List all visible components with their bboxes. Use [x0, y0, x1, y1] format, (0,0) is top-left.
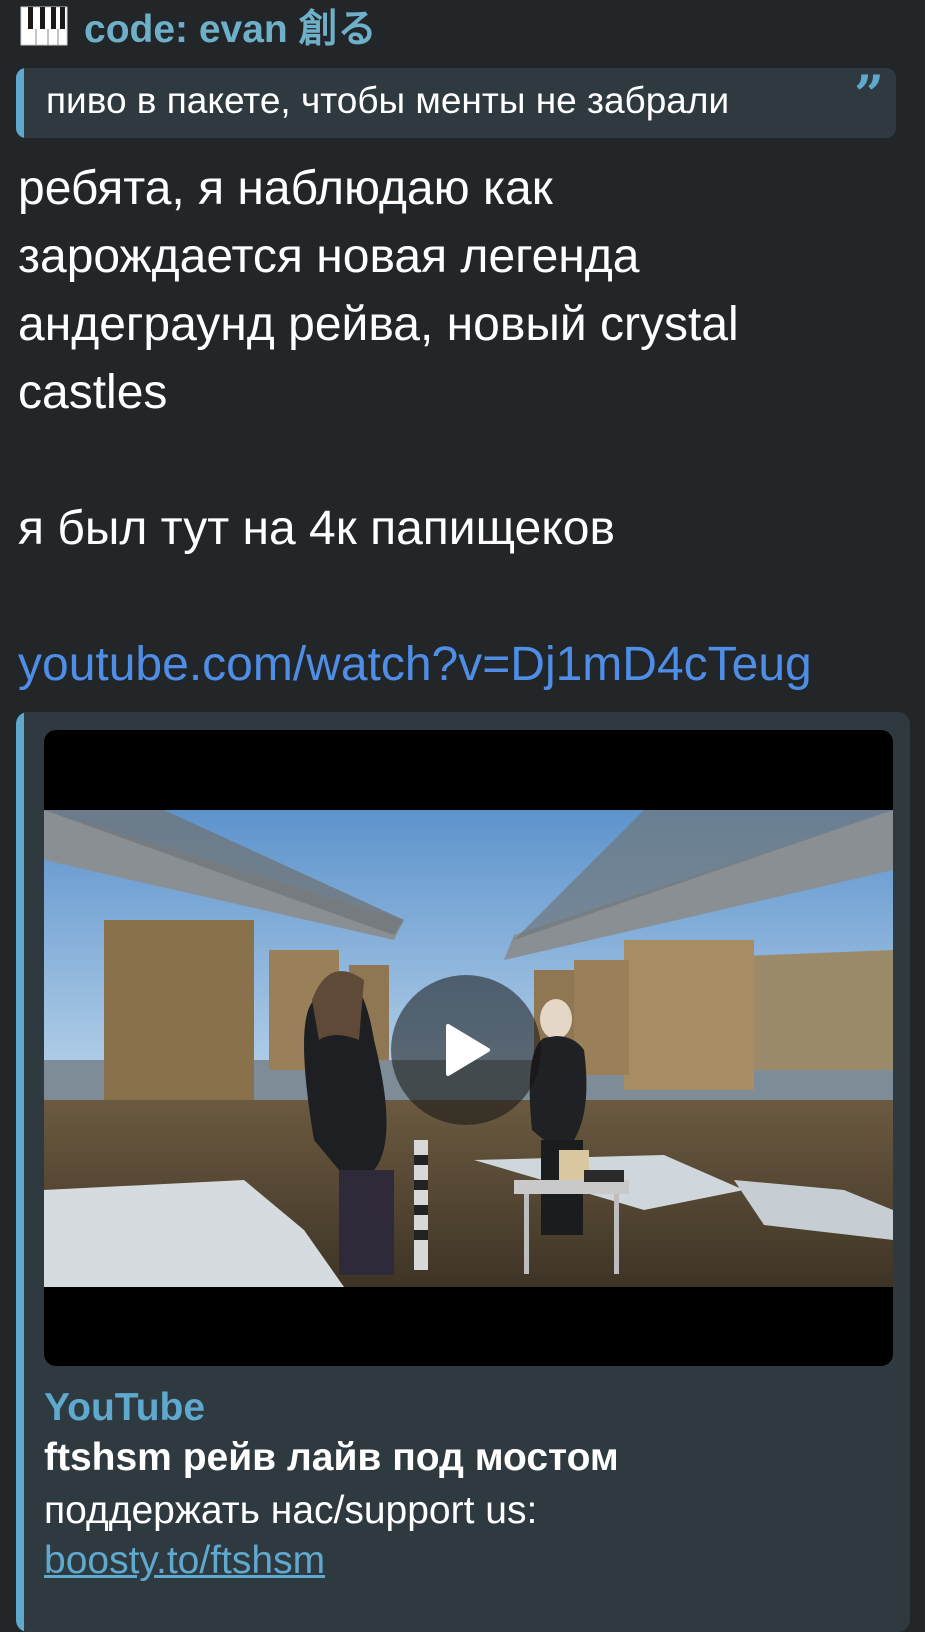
play-button[interactable] — [391, 975, 541, 1125]
sender-name: code: evan 創る — [84, 8, 377, 51]
preview-description-text: поддержать нас/support us: — [44, 1489, 538, 1532]
quote-icon: ” — [854, 68, 884, 126]
piano-icon — [20, 6, 68, 46]
message-line: андеграунд рейва, новый crystal — [18, 298, 739, 351]
preview-description: поддержать нас/support us: boosty.to/fts… — [44, 1486, 537, 1586]
message-line: зарождается новая легенда — [18, 230, 640, 283]
message-line: я был тут на 4к папищеков — [18, 502, 615, 555]
preview-title: ftshsm рейв лайв под мостом — [44, 1436, 619, 1479]
boosty-link[interactable]: boosty.to/ftshsm — [44, 1536, 537, 1586]
message-body: ребята, я наблюдаю как зарождается новая… — [18, 155, 878, 699]
message-line: castles — [18, 366, 168, 419]
video-thumbnail[interactable] — [44, 730, 893, 1366]
reply-text: пиво в пакете, чтобы менты не забрали — [46, 80, 730, 121]
youtube-link[interactable]: youtube.com/watch?v=Dj1mD4cTeug — [18, 631, 878, 699]
play-icon — [446, 1024, 490, 1076]
reply-quote[interactable]: пиво в пакете, чтобы менты не забрали ” — [16, 68, 896, 138]
sender-header[interactable]: code: evan 創る — [20, 0, 377, 52]
preview-site-name: YouTube — [44, 1386, 206, 1429]
reply-accent-bar — [16, 68, 24, 138]
message-line: ребята, я наблюдаю как — [18, 162, 553, 215]
preview-accent-bar — [16, 712, 24, 1632]
link-preview[interactable]: YouTube ftshsm рейв лайв под мостом подд… — [16, 712, 910, 1632]
